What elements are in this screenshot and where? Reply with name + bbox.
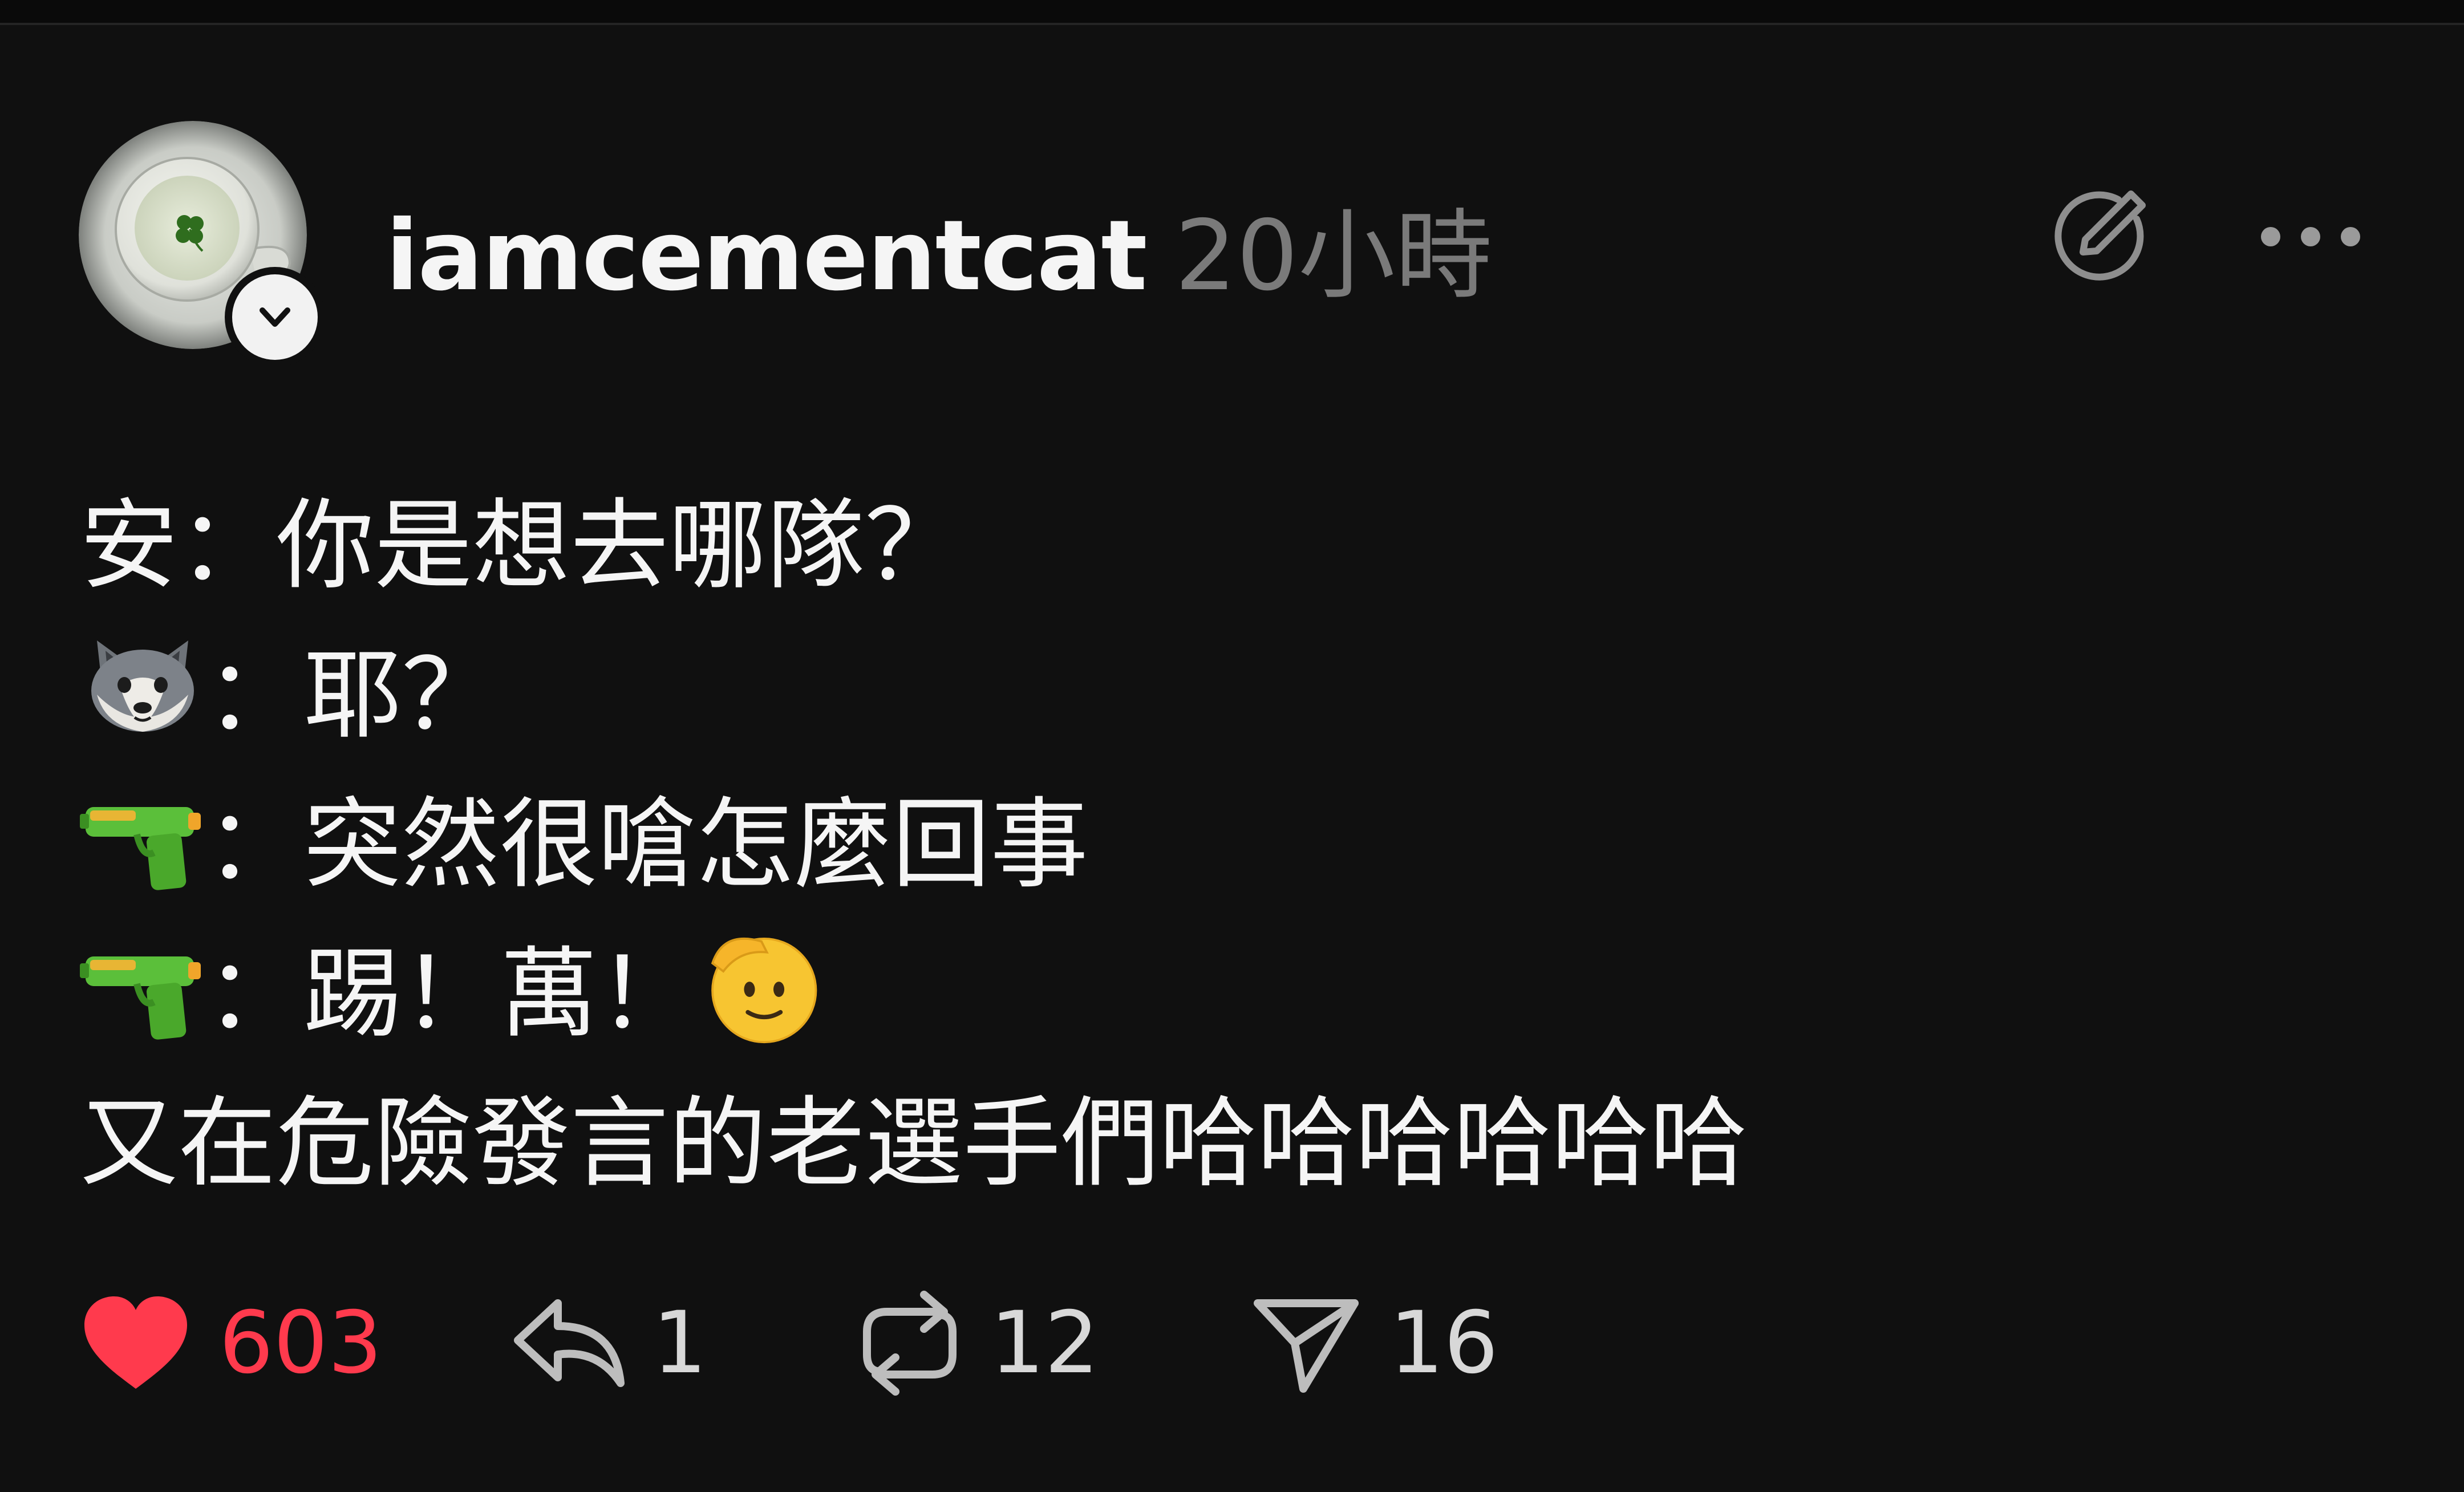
post-line: 安：你是想去哪隊？ — [80, 462, 2361, 611]
username[interactable]: iamcementcat — [386, 200, 1148, 313]
action-bar: 603 1 12 16 — [79, 1283, 1790, 1403]
post-line-text: 安：你是想去哪隊？ — [80, 488, 963, 603]
wolf-face-emoji-icon — [91, 640, 194, 732]
water-pistol-emoji-icon — [80, 956, 201, 1040]
heart-icon — [84, 1296, 187, 1389]
post-line: 又在危險發言的老選手們哈哈哈哈哈哈 — [80, 1060, 2361, 1209]
like-button[interactable]: 603 — [79, 1283, 382, 1403]
repost-count: 12 — [990, 1294, 1099, 1393]
like-count: 603 — [219, 1294, 383, 1393]
share-count: 16 — [1389, 1294, 1498, 1393]
reply-icon — [514, 1299, 625, 1387]
post-line-text: ：突然很嗆怎麼回事 — [205, 787, 1088, 902]
chevron-down-icon — [260, 307, 290, 327]
repost-button[interactable]: 12 — [856, 1283, 1099, 1403]
post-header: iamcementcat 20小時 — [386, 177, 1492, 313]
more-options-icon[interactable] — [2256, 211, 2365, 262]
post-line: ：踢！萬！ — [80, 910, 2361, 1060]
reply-button[interactable]: 1 — [512, 1283, 707, 1403]
post-line-text: 又在危險發言的老選手們哈哈哈哈哈哈 — [80, 1086, 1748, 1201]
post-body: 安：你是想去哪隊？ ：耶？ ：突然很嗆怎麼回事 ：踢！萬！ 又在危險發言的老選手… — [80, 462, 2361, 1209]
repost-icon — [863, 1291, 957, 1396]
send-icon — [1254, 1299, 1359, 1393]
share-button[interactable]: 16 — [1249, 1283, 1498, 1403]
follow-badge[interactable] — [225, 267, 325, 367]
post-line-text: ：踢！萬！ — [205, 936, 696, 1051]
post-line-text: ：耶？ — [205, 638, 500, 752]
timestamp: 20小時 — [1174, 200, 1493, 313]
reply-count: 1 — [653, 1294, 707, 1393]
edit-icon[interactable] — [2051, 184, 2154, 286]
saluting-face-emoji-icon — [711, 937, 817, 1044]
top-divider — [0, 0, 2464, 25]
water-pistol-emoji-icon — [80, 807, 201, 890]
author-avatar-group[interactable] — [79, 121, 325, 367]
post-line: ：突然很嗆怎麼回事 — [80, 761, 2361, 910]
post-line: ：耶？ — [80, 611, 2361, 761]
